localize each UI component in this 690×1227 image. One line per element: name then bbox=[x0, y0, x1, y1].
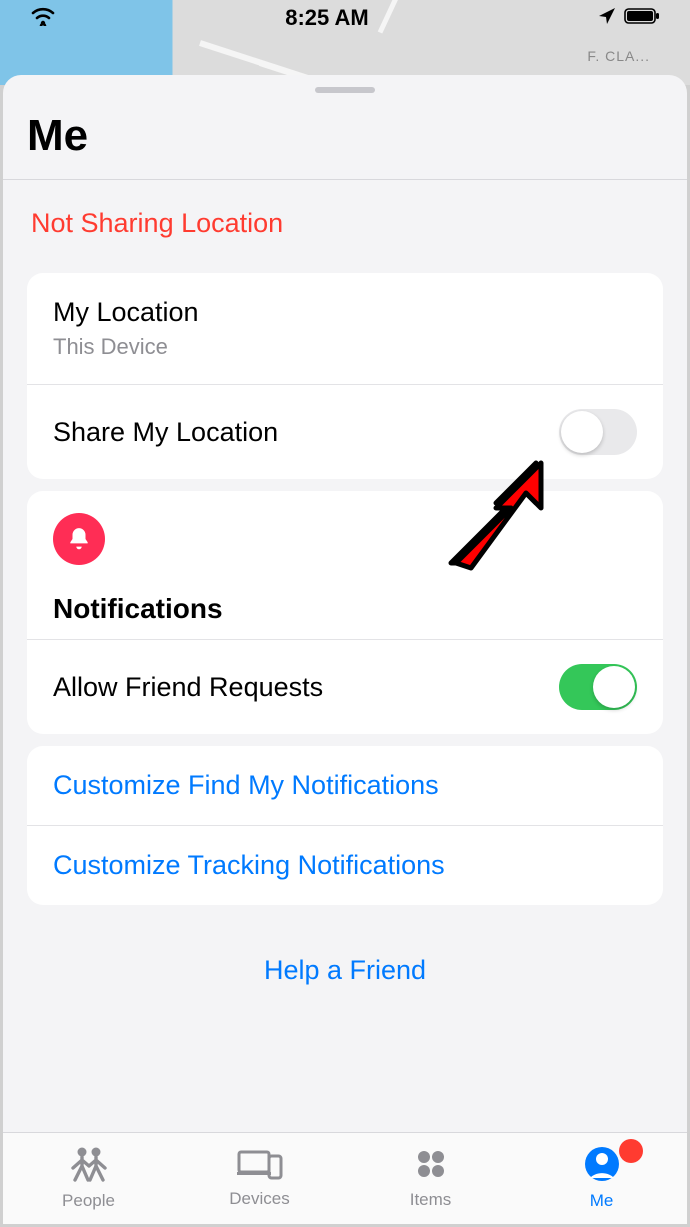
people-icon bbox=[69, 1146, 109, 1187]
allow-friend-requests-toggle[interactable] bbox=[559, 664, 637, 710]
me-icon bbox=[584, 1146, 620, 1187]
tab-people-label: People bbox=[62, 1191, 115, 1211]
customize-card: Customize Find My Notifications Customiz… bbox=[27, 746, 663, 905]
my-location-value: This Device bbox=[53, 334, 199, 360]
tab-me-badge bbox=[619, 1139, 643, 1163]
wifi-icon bbox=[30, 6, 56, 31]
devices-icon bbox=[237, 1148, 283, 1185]
tab-items[interactable]: Items bbox=[345, 1133, 516, 1224]
help-a-friend-link[interactable]: Help a Friend bbox=[3, 917, 687, 998]
customize-findmy-row[interactable]: Customize Find My Notifications bbox=[27, 746, 663, 825]
me-sheet: Me Not Sharing Location My Location This… bbox=[3, 75, 687, 1132]
tab-devices-label: Devices bbox=[229, 1189, 289, 1209]
status-time: 8:25 AM bbox=[285, 5, 369, 31]
sharing-status: Not Sharing Location bbox=[3, 180, 687, 261]
battery-icon bbox=[624, 7, 660, 30]
customize-findmy-link: Customize Find My Notifications bbox=[53, 770, 439, 801]
allow-friend-requests-label: Allow Friend Requests bbox=[53, 672, 323, 703]
tab-devices[interactable]: Devices bbox=[174, 1133, 345, 1224]
allow-friend-requests-row: Allow Friend Requests bbox=[27, 640, 663, 734]
tab-items-label: Items bbox=[410, 1190, 452, 1210]
items-icon bbox=[414, 1147, 448, 1186]
tab-me[interactable]: Me bbox=[516, 1133, 687, 1224]
tab-people[interactable]: People bbox=[3, 1133, 174, 1224]
location-card: My Location This Device Share My Locatio… bbox=[27, 273, 663, 479]
my-location-row[interactable]: My Location This Device bbox=[27, 273, 663, 384]
location-arrow-icon bbox=[598, 7, 616, 30]
status-bar: 8:25 AM bbox=[0, 0, 690, 36]
page-title: Me bbox=[3, 93, 687, 179]
notifications-heading: Notifications bbox=[53, 593, 637, 625]
share-my-location-toggle[interactable] bbox=[559, 409, 637, 455]
share-my-location-row: Share My Location bbox=[27, 384, 663, 479]
customize-tracking-row[interactable]: Customize Tracking Notifications bbox=[27, 825, 663, 905]
customize-tracking-link: Customize Tracking Notifications bbox=[53, 850, 445, 881]
bell-icon bbox=[53, 513, 105, 565]
my-location-label: My Location bbox=[53, 297, 199, 328]
notifications-card: Notifications Allow Friend Requests bbox=[27, 491, 663, 734]
share-my-location-label: Share My Location bbox=[53, 417, 278, 448]
tab-bar: People Devices Items Me bbox=[3, 1132, 687, 1224]
tab-me-label: Me bbox=[590, 1191, 614, 1211]
